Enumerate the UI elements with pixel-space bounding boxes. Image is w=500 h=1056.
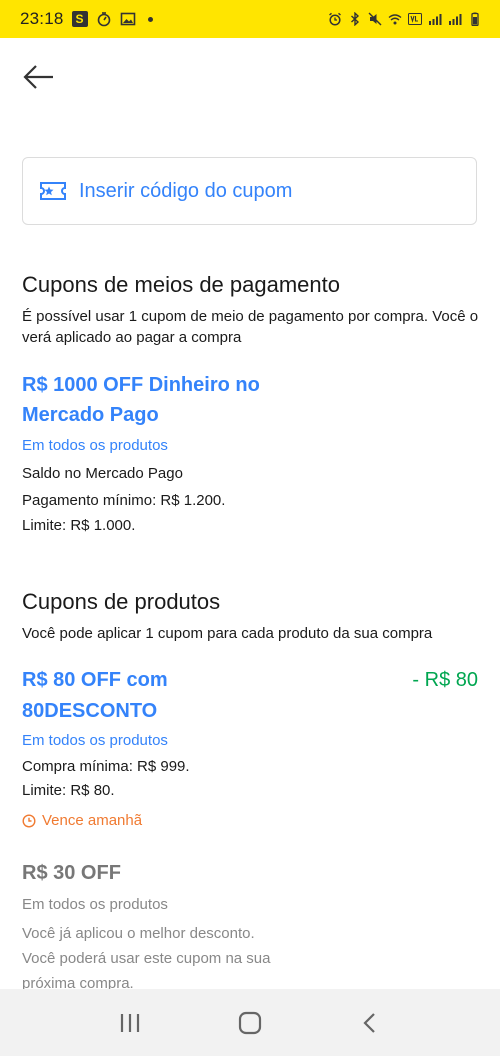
coupon-title[interactable]: R$ 80 OFF com xyxy=(22,665,168,695)
coupon-detail: Você já aplicou o melhor desconto. xyxy=(22,925,255,942)
recent-apps-icon xyxy=(120,1013,140,1032)
products-section-title: Cupons de produtos xyxy=(22,589,221,614)
coupon-detail: Pagamento mínimo: R$ 1.200. xyxy=(22,492,226,509)
ticket-star-icon xyxy=(40,182,66,200)
signal-icon xyxy=(449,14,462,25)
timer-icon xyxy=(97,12,110,27)
coupon-detail: Limite: R$ 1.000. xyxy=(22,517,136,534)
coupon-expiry: Vence amanhã xyxy=(22,812,142,829)
coupon-input-label: Inserir código do cupom xyxy=(79,179,293,202)
mute-icon xyxy=(368,12,382,26)
coupon-detail: Saldo no Mercado Pago xyxy=(22,465,183,482)
home-icon xyxy=(238,1011,262,1034)
recent-apps-button[interactable] xyxy=(113,1006,147,1040)
coupon-discount: - R$ 80 xyxy=(412,669,478,691)
home-button[interactable] xyxy=(233,1006,267,1040)
nav-bar xyxy=(0,989,500,1056)
alarm-icon xyxy=(329,12,341,26)
coupon-code-input[interactable]: Inserir código do cupom xyxy=(22,157,477,225)
s-app-icon: S xyxy=(71,11,88,27)
bluetooth-icon xyxy=(351,12,360,26)
status-bar: 23:18 S xyxy=(0,0,500,38)
coupon-title[interactable]: R$ 1000 OFF Dinheiro no xyxy=(22,370,260,400)
coupon-detail: próxima compra. xyxy=(22,975,134,989)
wifi-icon xyxy=(388,14,402,25)
arrow-left-icon xyxy=(23,65,53,89)
nav-back-button[interactable] xyxy=(353,1006,387,1040)
signal-icon xyxy=(429,14,442,25)
battery-icon xyxy=(471,12,479,26)
coupon-detail: Compra mínima: R$ 999. xyxy=(22,758,190,775)
coupon-title[interactable]: Mercado Pago xyxy=(22,400,159,430)
back-icon xyxy=(363,1012,375,1033)
volte-icon xyxy=(408,13,422,25)
clock-icon xyxy=(22,813,36,828)
payment-section-description: É possível usar 1 cupom de meio de pagam… xyxy=(22,308,479,346)
coupon-expiry-label: Vence amanhã xyxy=(42,812,143,829)
image-icon xyxy=(120,12,135,26)
status-time: 23:18 xyxy=(20,9,64,28)
coupon-detail: Limite: R$ 80. xyxy=(22,782,115,799)
coupon-title-disabled: R$ 30 OFF xyxy=(22,862,121,884)
dot-icon xyxy=(147,16,153,22)
back-button[interactable] xyxy=(22,60,56,94)
payment-section-title: Cupons de meios de pagamento xyxy=(22,272,340,297)
products-section-description: Você pode aplicar 1 cupom para cada prod… xyxy=(22,625,433,642)
coupon-detail: Você poderá usar este cupom na sua xyxy=(22,950,271,967)
coupon-title[interactable]: 80DESCONTO xyxy=(22,696,157,726)
coupon-scope: Em todos os produtos xyxy=(22,732,168,749)
coupon-scope: Em todos os produtos xyxy=(22,896,168,913)
coupon-scope: Em todos os produtos xyxy=(22,437,168,454)
